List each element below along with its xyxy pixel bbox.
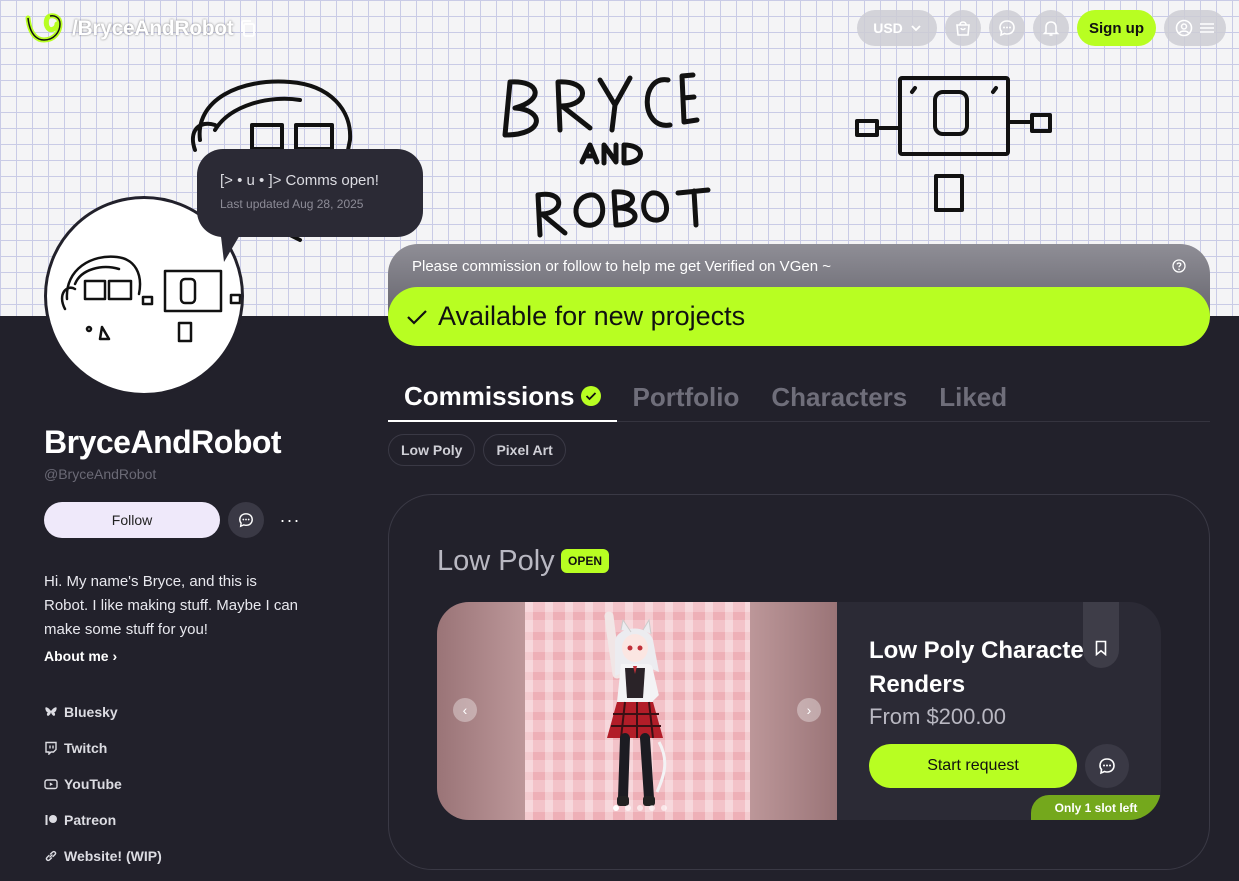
carousel-dot[interactable] [661, 805, 667, 811]
social-link-label: Twitch [64, 740, 108, 756]
notifications-button[interactable] [1033, 10, 1069, 46]
social-link-label: Website! (WIP) [64, 848, 162, 864]
commission-card[interactable]: ‹ › Low Poly Character Renders From $200… [437, 602, 1161, 820]
slots-remaining-badge: Only 1 slot left [1031, 795, 1161, 820]
bell-icon [1042, 21, 1060, 36]
carousel-prev-button[interactable]: ‹ [453, 698, 477, 722]
availability-label: Available for new projects [438, 301, 746, 331]
chat-icon [999, 20, 1015, 37]
tab-commissions[interactable]: Commissions [388, 372, 617, 422]
card-message-button[interactable] [1085, 744, 1129, 788]
commission-preview-image[interactable] [525, 602, 750, 820]
social-link-label: Patreon [64, 812, 117, 828]
messages-button[interactable] [989, 10, 1025, 46]
carousel-dot[interactable] [613, 805, 619, 811]
sign-up-button[interactable]: Sign up [1077, 10, 1156, 46]
carousel-dot[interactable] [649, 805, 655, 811]
commission-section: Low Poly OPEN ‹ › Low Poly Character Ren… [388, 494, 1210, 870]
social-link-twitch[interactable]: Twitch [44, 730, 162, 766]
check-icon [407, 309, 427, 325]
about-me-link[interactable]: About me › [44, 648, 117, 664]
patreon-icon [45, 815, 57, 825]
profile-name: BryceAndRobot [44, 424, 282, 460]
chip-pixel-art[interactable]: Pixel Art [483, 434, 566, 466]
social-links: Bluesky Twitch YouTube Patreon Website! … [44, 694, 162, 874]
social-link-bluesky[interactable]: Bluesky [44, 694, 162, 730]
help-icon[interactable] [1172, 259, 1186, 273]
currency-label: USD [873, 20, 903, 36]
social-link-label: YouTube [64, 776, 122, 792]
profile-bio: Hi. My name's Bryce, and this is Robot. … [44, 573, 299, 638]
tab-label: Commissions [404, 380, 575, 411]
status-updated: Last updated Aug 28, 2025 [220, 197, 364, 211]
social-link-patreon[interactable]: Patreon [44, 802, 162, 838]
status-badge: OPEN [561, 549, 610, 573]
currency-selector[interactable]: USD [857, 10, 937, 46]
twitch-icon [45, 741, 57, 755]
chevron-down-icon [911, 25, 921, 31]
more-options-button[interactable]: ··· [276, 506, 304, 534]
carousel-indicator [613, 805, 667, 811]
verification-banner: Please commission or follow to help me g… [388, 244, 1210, 346]
verified-check-icon [580, 386, 601, 406]
commission-price: From $200.00 [869, 704, 1006, 729]
cart-button[interactable] [945, 10, 981, 46]
hamburger-icon [1200, 23, 1214, 33]
tab-liked[interactable]: Liked [923, 372, 1023, 422]
carousel-dot[interactable] [625, 805, 631, 811]
category-chips: Low Poly Pixel Art [388, 434, 566, 466]
social-link-youtube[interactable]: YouTube [44, 766, 162, 802]
social-link-website[interactable]: Website! (WIP) [44, 838, 162, 874]
profile-handle: /BryceAndRobot [72, 17, 234, 40]
user-icon [1175, 19, 1193, 37]
youtube-icon [44, 779, 58, 790]
tab-characters[interactable]: Characters [755, 372, 923, 422]
commission-title[interactable]: Low Poly Character Renders [869, 634, 1109, 702]
status-text: [> • u • ]> Comms open! [220, 172, 379, 189]
availability-status: Available for new projects [388, 287, 1210, 346]
account-menu-button[interactable] [1164, 10, 1226, 46]
profile-username: @BryceAndRobot [44, 466, 157, 482]
card-carousel: ‹ › [437, 602, 837, 820]
chip-low-poly[interactable]: Low Poly [388, 434, 476, 466]
carousel-next-button[interactable]: › [797, 698, 821, 722]
tab-portfolio[interactable]: Portfolio [617, 372, 756, 422]
social-link-label: Bluesky [64, 704, 118, 720]
profile-tabs: Commissions Portfolio Characters Liked [388, 372, 1210, 422]
section-title: Low Poly [437, 545, 555, 577]
follow-button[interactable]: Follow [44, 502, 220, 538]
vgen-logo[interactable] [24, 12, 64, 44]
chat-icon [239, 513, 253, 528]
shopping-bag-icon [956, 21, 970, 36]
carousel-dot[interactable] [637, 805, 643, 811]
character-render [604, 611, 667, 806]
link-icon [45, 850, 57, 862]
message-button[interactable] [228, 502, 264, 538]
chat-icon [1099, 758, 1115, 775]
bookmark-button[interactable] [1083, 602, 1119, 668]
bookmark-icon [1095, 640, 1107, 656]
copy-icon[interactable] [240, 20, 256, 37]
butterfly-icon [45, 707, 57, 716]
start-request-button[interactable]: Start request [869, 744, 1077, 788]
status-bubble: [> • u • ]> Comms open! Last updated Aug… [197, 149, 423, 237]
verification-message: Please commission or follow to help me g… [412, 258, 831, 275]
